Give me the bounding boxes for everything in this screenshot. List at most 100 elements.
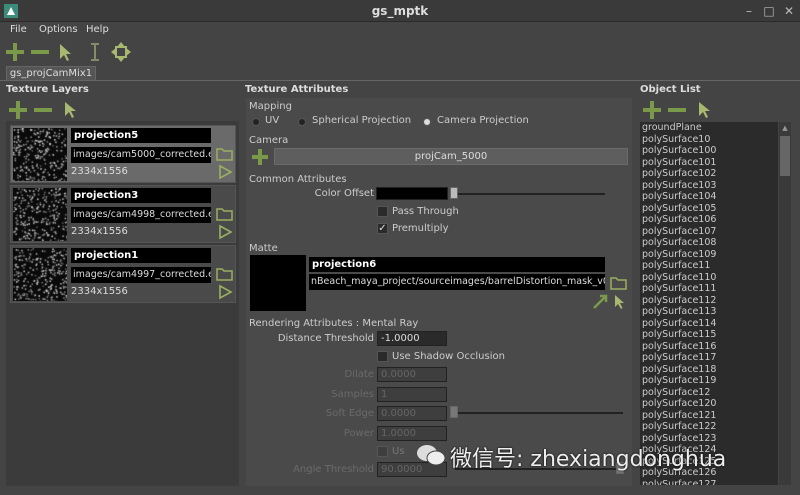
object-list-item[interactable]: polySurface108 — [640, 237, 778, 249]
soft-edge-slider[interactable] — [455, 412, 623, 414]
rendering-attributes-label: Rendering Attributes : Mental Ray — [249, 318, 419, 329]
object-list-item[interactable]: polySurface10 — [640, 134, 778, 146]
matte-name[interactable]: projection6 — [309, 257, 605, 272]
layer-path[interactable]: images/cam5000_corrected.exr — [71, 147, 211, 163]
angle-threshold-label: Angle Threshold — [293, 464, 374, 475]
object-list-item[interactable]: polySurface111 — [640, 283, 778, 295]
close-button[interactable]: ✕ — [782, 4, 796, 18]
matte-folder-icon[interactable] — [610, 275, 627, 290]
object-list-item[interactable]: polySurface115 — [640, 329, 778, 341]
thumbnail-image — [13, 248, 67, 301]
select-layer-icon[interactable] — [60, 100, 80, 120]
radio-camera-label: Camera Projection — [437, 115, 529, 126]
play-icon[interactable] — [217, 224, 233, 240]
object-list-scrollbar[interactable]: ▲ — [779, 122, 791, 485]
object-list-item[interactable]: polySurface112 — [640, 295, 778, 307]
soft-edge-field[interactable]: 0.0000 — [377, 406, 447, 421]
folder-icon[interactable] — [216, 266, 233, 281]
object-list-item[interactable]: polySurface122 — [640, 421, 778, 433]
move-icon[interactable] — [110, 41, 132, 63]
object-list-item[interactable]: groundPlane — [640, 122, 778, 134]
color-offset-slider-knob[interactable] — [450, 187, 458, 199]
remove-icon[interactable] — [29, 41, 51, 63]
object-list-item[interactable]: polySurface106 — [640, 214, 778, 226]
object-list-item[interactable]: polySurface107 — [640, 226, 778, 238]
play-icon[interactable] — [217, 284, 233, 300]
scroll-thumb[interactable] — [780, 136, 790, 176]
object-list-item[interactable]: polySurface120 — [640, 398, 778, 410]
layer-name[interactable]: projection1 — [71, 248, 211, 263]
radio-spherical[interactable] — [298, 118, 306, 126]
select-arrow-icon[interactable] — [54, 41, 76, 63]
layer-path[interactable]: images/cam4998_corrected.exr — [71, 207, 211, 223]
tab-divider — [0, 80, 800, 81]
add-object-icon[interactable] — [642, 100, 662, 120]
menu-help[interactable]: Help — [86, 24, 109, 35]
layer-path[interactable]: images/cam4997_corrected.exr — [71, 267, 211, 283]
soft-edge-slider-knob[interactable] — [450, 406, 458, 418]
menu-options[interactable]: Options — [39, 24, 78, 35]
power-field[interactable]: 1.0000 — [377, 426, 447, 441]
wechat-icon — [417, 445, 446, 466]
object-list-item[interactable]: polySurface116 — [640, 341, 778, 353]
add-camera-icon[interactable] — [251, 148, 269, 166]
premultiply-checkbox[interactable]: ✓ — [377, 223, 388, 234]
remove-layer-icon[interactable] — [33, 100, 53, 120]
tab-projcammix[interactable]: gs_projCamMix1 — [6, 66, 96, 81]
scroll-up-icon[interactable]: ▲ — [780, 123, 790, 133]
object-list-item[interactable]: polySurface11 — [640, 260, 778, 272]
matte-select-icon[interactable] — [612, 294, 626, 310]
matte-path[interactable]: nBeach_maya_project/sourceimages/barrelD… — [309, 274, 605, 290]
remove-object-icon[interactable] — [667, 100, 687, 120]
object-list-item[interactable]: polySurface121 — [640, 410, 778, 422]
distance-threshold-field[interactable]: -1.0000 — [377, 331, 447, 346]
maximize-button[interactable]: □ — [762, 4, 776, 18]
object-list-item[interactable]: polySurface100 — [640, 145, 778, 157]
folder-icon[interactable] — [216, 146, 233, 161]
object-list[interactable]: groundPlane polySurface10 polySurface100 po… — [640, 122, 778, 485]
radio-spherical-label: Spherical Projection — [312, 115, 412, 126]
object-list-item[interactable]: polySurface113 — [640, 306, 778, 318]
object-list-item[interactable]: polySurface101 — [640, 157, 778, 169]
radio-camera[interactable] — [423, 118, 431, 126]
color-offset-slider[interactable] — [455, 193, 605, 195]
layer-resolution: 2334x1556 — [71, 286, 128, 297]
use-checkbox[interactable] — [377, 446, 388, 457]
add-icon[interactable] — [4, 41, 26, 63]
object-list-item[interactable]: polySurface118 — [640, 364, 778, 376]
object-list-item[interactable]: polySurface119 — [640, 375, 778, 387]
radio-uv[interactable] — [252, 118, 260, 126]
object-list-item[interactable]: polySurface127 — [640, 479, 778, 486]
layer-item-projection1[interactable]: projection1 images/cam4997_corrected.exr… — [10, 245, 236, 303]
folder-icon[interactable] — [216, 206, 233, 221]
object-list-item[interactable]: polySurface114 — [640, 318, 778, 330]
layer-item-projection3[interactable]: projection3 images/cam4998_corrected.exr… — [10, 185, 236, 243]
minimize-button[interactable]: – — [742, 4, 756, 18]
object-list-item[interactable]: polySurface12 — [640, 387, 778, 399]
color-offset-swatch[interactable] — [376, 187, 448, 200]
pass-through-checkbox[interactable] — [377, 206, 388, 217]
shadow-occlusion-checkbox[interactable] — [377, 351, 388, 362]
layer-name[interactable]: projection3 — [71, 188, 211, 203]
camera-button[interactable]: projCam_5000 — [274, 148, 628, 165]
object-list-item[interactable]: polySurface105 — [640, 203, 778, 215]
object-list-item[interactable]: polySurface117 — [640, 352, 778, 364]
object-list-item[interactable]: polySurface109 — [640, 249, 778, 261]
text-cursor-icon[interactable] — [84, 41, 106, 63]
dilate-field[interactable]: 0.0000 — [377, 367, 447, 382]
layer-name[interactable]: projection5 — [71, 128, 211, 143]
object-list-item[interactable]: polySurface110 — [640, 272, 778, 284]
menu-file[interactable]: File — [10, 24, 27, 35]
add-layer-icon[interactable] — [8, 100, 28, 120]
object-list-item[interactable]: polySurface102 — [640, 168, 778, 180]
use-label: Us — [392, 446, 405, 457]
play-icon[interactable] — [217, 164, 233, 180]
samples-field[interactable]: 1 — [377, 387, 447, 402]
select-object-icon[interactable] — [694, 100, 714, 120]
layer-item-projection5[interactable]: projection5 images/cam5000_corrected.exr… — [10, 125, 236, 183]
dilate-label: Dilate — [344, 369, 374, 380]
expand-icon[interactable] — [592, 294, 608, 310]
object-list-item[interactable]: polySurface104 — [640, 191, 778, 203]
power-label: Power — [343, 428, 374, 439]
object-list-item[interactable]: polySurface103 — [640, 180, 778, 192]
